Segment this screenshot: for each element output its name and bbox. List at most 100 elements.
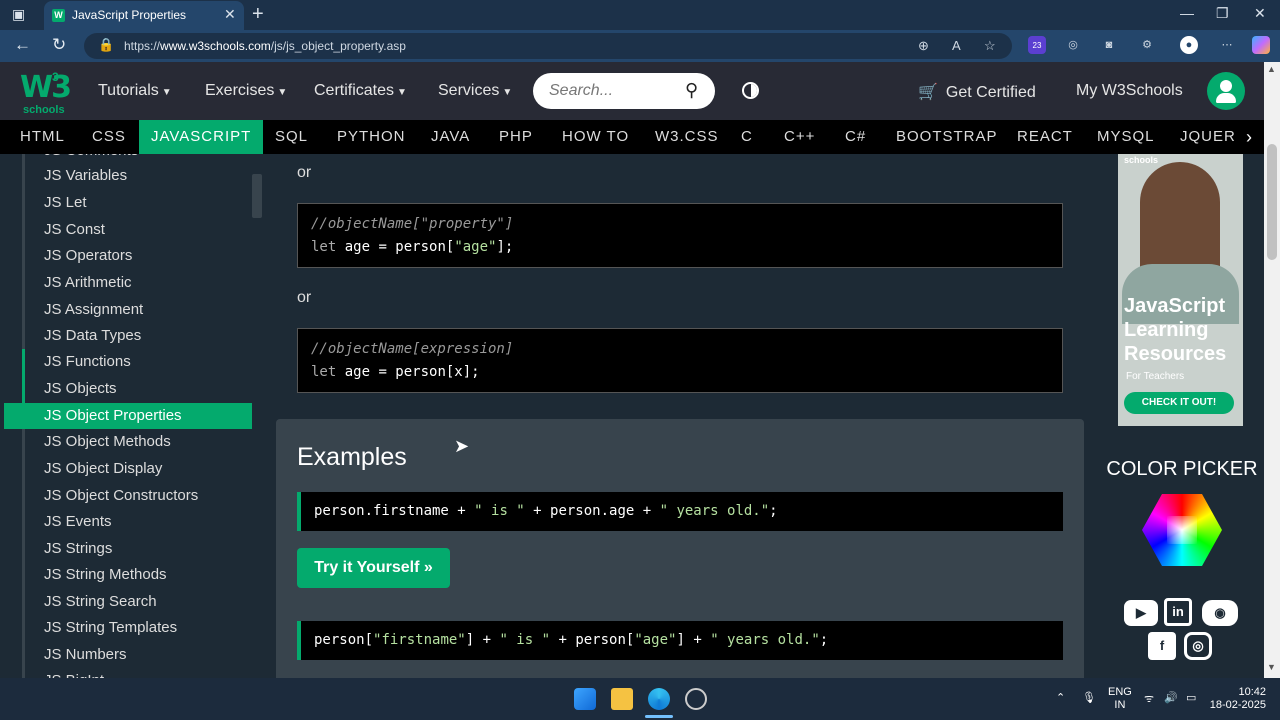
sidebar-item-variables[interactable]: JS Variables: [4, 163, 252, 189]
lang-react[interactable]: REACT: [1003, 120, 1087, 154]
dark-mode-toggle-icon[interactable]: [742, 82, 759, 99]
ad-check-it-out-button[interactable]: CHECK IT OUT!: [1124, 392, 1234, 414]
more-menu-icon[interactable]: ⋯: [1218, 36, 1236, 54]
lang-mysql[interactable]: MYSQL: [1083, 120, 1169, 154]
clock[interactable]: 10:42 18-02-2025: [1206, 686, 1266, 712]
lang-csharp[interactable]: C#: [831, 120, 880, 154]
microphone-icon[interactable]: 🎙: [1082, 691, 1096, 704]
lang-c[interactable]: C: [727, 120, 767, 154]
facebook-icon[interactable]: f: [1148, 632, 1176, 660]
sidebar-item-string-methods[interactable]: JS String Methods: [4, 562, 252, 588]
minimize-icon[interactable]: —: [1180, 5, 1194, 21]
zoom-icon[interactable]: ⊕: [918, 38, 929, 54]
sidebar-item-let[interactable]: JS Let: [4, 190, 252, 216]
lang-html[interactable]: HTML: [6, 120, 79, 154]
profile-icon[interactable]: ●: [1180, 36, 1198, 54]
sidebar-item-arithmetic[interactable]: JS Arithmetic: [4, 270, 252, 296]
tab-actions-icon[interactable]: ▣: [12, 6, 25, 23]
menu-tutorials[interactable]: Tutorials ▼: [98, 82, 172, 100]
close-window-icon[interactable]: ✕: [1254, 5, 1266, 22]
search-icon[interactable]: ⚲: [685, 80, 698, 101]
read-aloud-icon[interactable]: A: [952, 38, 961, 53]
example-code-1: person.firstname + " is " + person.age +…: [297, 492, 1063, 531]
color-picker-title[interactable]: COLOR PICKER: [1100, 458, 1264, 481]
sidebar-item-object-constructors[interactable]: JS Object Constructors: [4, 483, 252, 509]
sidebar-item-strings[interactable]: JS Strings: [4, 536, 252, 562]
wifi-icon[interactable]: ᯤ: [1144, 691, 1154, 706]
sidebar-item-functions[interactable]: JS Functions: [4, 349, 252, 375]
sidebar-item-bigint[interactable]: JS BigInt: [4, 668, 252, 678]
edge-browser-icon[interactable]: [648, 688, 670, 710]
caret-down-icon: ▼: [397, 87, 407, 98]
favorite-star-icon[interactable]: ☆: [984, 38, 996, 54]
language-indicator[interactable]: ENG IN: [1108, 686, 1132, 712]
back-icon[interactable]: ←: [14, 35, 31, 55]
lang-java[interactable]: JAVA: [417, 120, 484, 154]
menu-exercises[interactable]: Exercises ▼: [205, 82, 287, 100]
lang-cpp[interactable]: C++: [770, 120, 829, 154]
page-scrollbar[interactable]: ▲ ▼: [1264, 62, 1280, 678]
close-tab-icon[interactable]: ✕: [224, 6, 236, 23]
scroll-up-icon[interactable]: ▲: [1267, 64, 1276, 74]
sidebar-item-const[interactable]: JS Const: [4, 217, 252, 243]
new-tab-icon[interactable]: +: [252, 3, 264, 26]
lang-css[interactable]: CSS: [78, 120, 140, 154]
sidebar-item-string-templates[interactable]: JS String Templates: [4, 615, 252, 641]
w3schools-logo[interactable]: W3 3 schools: [20, 70, 72, 116]
extension-square-icon[interactable]: ◙: [1100, 36, 1118, 54]
copilot-icon[interactable]: [1252, 36, 1270, 54]
get-certified-link[interactable]: 🛒 Get Certified: [918, 82, 1036, 102]
instagram-icon[interactable]: ◎: [1184, 632, 1212, 660]
sidebar-item-object-display[interactable]: JS Object Display: [4, 456, 252, 482]
sidebar-scrollbar[interactable]: [252, 174, 262, 218]
user-avatar-icon[interactable]: [1207, 72, 1245, 110]
lang-sql[interactable]: SQL: [261, 120, 322, 154]
volume-icon[interactable]: 🔊: [1164, 691, 1178, 704]
lang-python[interactable]: PYTHON: [323, 120, 420, 154]
maximize-icon[interactable]: ❐: [1216, 5, 1229, 22]
sidebar-item-operators[interactable]: JS Operators: [4, 243, 252, 269]
ad-banner[interactable]: schools JavaScript Learning Resources Fo…: [1118, 154, 1243, 426]
obs-icon[interactable]: [685, 688, 707, 710]
sidebar-item-numbers[interactable]: JS Numbers: [4, 642, 252, 668]
extensions-puzzle-icon[interactable]: ⚙: [1138, 36, 1156, 54]
refresh-icon[interactable]: ↻: [52, 35, 66, 55]
lang-howto[interactable]: HOW TO: [548, 120, 643, 154]
site-info-icon[interactable]: 🔒: [98, 37, 114, 53]
language-nav-bar: HTML CSS JAVASCRIPT SQL PYTHON JAVA PHP …: [0, 120, 1264, 154]
file-explorer-icon[interactable]: [611, 688, 633, 710]
sidebar-item-data-types[interactable]: JS Data Types: [4, 323, 252, 349]
my-w3schools-link[interactable]: My W3Schools: [1076, 82, 1183, 100]
menu-certificates[interactable]: Certificates ▼: [314, 82, 407, 100]
menu-services[interactable]: Services ▼: [438, 82, 512, 100]
sidebar-item-string-search[interactable]: JS String Search: [4, 589, 252, 615]
youtube-icon[interactable]: ▶: [1124, 600, 1158, 626]
windows-start-icon[interactable]: [574, 688, 596, 710]
right-column: schools JavaScript Learning Resources Fo…: [1100, 154, 1264, 678]
sidebar-item-events[interactable]: JS Events: [4, 509, 252, 535]
browser-tab[interactable]: W JavaScript Properties ✕: [44, 1, 244, 30]
code-comment: //objectName["property"]: [311, 216, 514, 232]
search-input[interactable]: Search... ⚲: [533, 73, 715, 109]
chevron-right-icon[interactable]: ›: [1234, 120, 1264, 154]
w3-top-nav: W3 3 schools Tutorials ▼ Exercises ▼ Certi…: [0, 62, 1264, 120]
lang-javascript[interactable]: JAVASCRIPT: [139, 120, 264, 154]
linkedin-icon[interactable]: in: [1164, 598, 1192, 626]
lang-w3css[interactable]: W3.CSS: [641, 120, 733, 154]
tray-chevron-icon[interactable]: ⌃: [1056, 691, 1065, 704]
address-bar[interactable]: 🔒 https://www.w3schools.com/js/js_object…: [84, 33, 1012, 59]
extension-icon[interactable]: 23: [1028, 36, 1046, 54]
sidebar-item-assignment[interactable]: JS Assignment: [4, 297, 252, 323]
sidebar-item-objects[interactable]: JS Objects: [4, 376, 252, 402]
battery-icon[interactable]: ▭: [1186, 691, 1196, 704]
discord-icon[interactable]: ◉: [1202, 600, 1238, 626]
sidebar-item-object-methods[interactable]: JS Object Methods: [4, 429, 252, 455]
lang-php[interactable]: PHP: [485, 120, 547, 154]
scroll-down-icon[interactable]: ▼: [1267, 662, 1276, 672]
try-it-yourself-button[interactable]: Try it Yourself »: [297, 548, 450, 588]
sidebar-item-object-properties[interactable]: JS Object Properties: [4, 403, 252, 429]
extension-circle-icon[interactable]: ◎: [1064, 36, 1082, 54]
scrollbar-thumb[interactable]: [1267, 144, 1277, 260]
lang-bootstrap[interactable]: BOOTSTRAP: [882, 120, 1012, 154]
color-wheel-icon[interactable]: [1142, 494, 1222, 566]
